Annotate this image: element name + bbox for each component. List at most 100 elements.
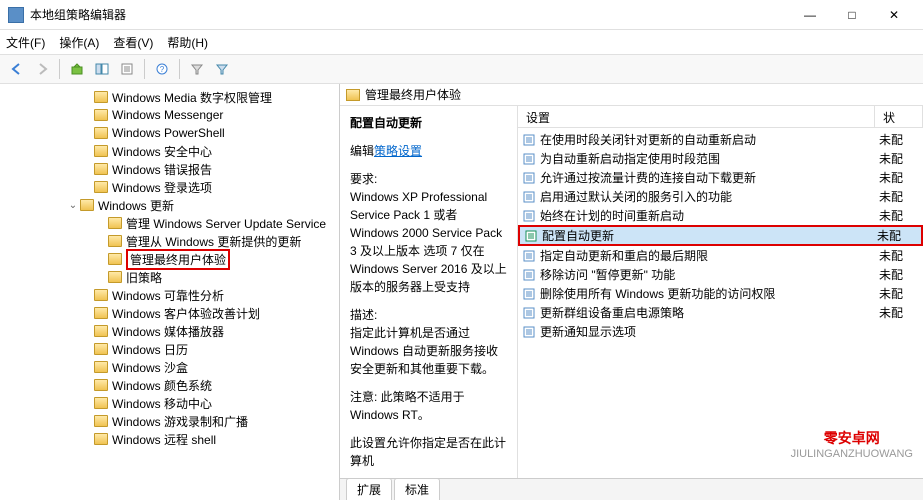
requirements-section: 要求: Windows XP Professional Service Pack… [350,170,507,296]
folder-icon [94,145,108,157]
menu-help[interactable]: 帮助(H) [167,34,208,51]
tree-item[interactable]: Windows Media 数字权限管理 [0,88,339,106]
folder-icon [94,361,108,373]
tree-item[interactable]: Windows 颜色系统 [0,376,339,394]
requirements-label: 要求: [350,170,507,188]
settings-list: 在使用时段关闭针对更新的自动重新启动未配为自动重新启动指定使用时段范围未配允许通… [518,128,923,343]
tree-item-label: Windows 游戏录制和广播 [112,413,248,430]
app-icon [8,7,24,23]
minimize-button[interactable]: — [789,1,831,29]
menu-action[interactable]: 操作(A) [59,34,99,51]
tree-item[interactable]: Windows PowerShell [0,124,339,142]
setting-row[interactable]: 在使用时段关闭针对更新的自动重新启动未配 [518,130,923,149]
setting-row[interactable]: 指定自动更新和重启的最后期限未配 [518,246,923,265]
tree-item[interactable]: Windows 登录选项 [0,178,339,196]
tree-item[interactable]: Windows 媒体播放器 [0,322,339,340]
tree-item[interactable]: 管理最终用户体验 [0,250,339,268]
up-button[interactable] [66,58,88,80]
tab-extended[interactable]: 扩展 [346,478,392,500]
setting-row[interactable]: 删除使用所有 Windows 更新功能的访问权限未配 [518,284,923,303]
close-button[interactable]: ✕ [873,1,915,29]
properties-button[interactable] [116,58,138,80]
filter-options-button[interactable] [211,58,233,80]
setting-label: 为自动重新启动指定使用时段范围 [540,150,879,167]
setting-row[interactable]: 更新通知显示选项 [518,322,923,341]
policy-icon [522,287,536,301]
detail-pane: 配置自动更新 编辑策略设置 要求: Windows XP Professiona… [340,106,518,478]
maximize-button[interactable]: □ [831,1,873,29]
tree-item-label: Windows PowerShell [112,126,225,140]
menu-file[interactable]: 文件(F) [6,34,45,51]
tree-item[interactable]: Windows 错误报告 [0,160,339,178]
policy-icon [522,171,536,185]
separator [59,59,60,79]
description-label: 描述: [350,306,507,324]
setting-row[interactable]: 为自动重新启动指定使用时段范围未配 [518,149,923,168]
tree-item[interactable]: 管理 Windows Server Update Service [0,214,339,232]
setting-row[interactable]: 始终在计划的时间重新启动未配 [518,206,923,225]
show-hide-tree-button[interactable] [91,58,113,80]
setting-row[interactable]: 启用通过默认关闭的服务引入的功能未配 [518,187,923,206]
setting-status: 未配 [879,131,919,148]
tree-item-label: Windows 移动中心 [112,395,212,412]
policy-icon [522,133,536,147]
tree-pane[interactable]: Windows Media 数字权限管理Windows Messenger Win… [0,84,340,500]
tree-item-label: 管理 Windows Server Update Service [126,215,326,232]
column-status[interactable]: 状 [875,106,923,127]
setting-label: 在使用时段关闭针对更新的自动重新启动 [540,131,879,148]
setting-label: 移除访问 "暂停更新" 功能 [540,266,879,283]
menu-view[interactable]: 查看(V) [113,34,153,51]
setting-label: 始终在计划的时间重新启动 [540,207,879,224]
setting-row[interactable]: 移除访问 "暂停更新" 功能未配 [518,265,923,284]
folder-icon [94,91,108,103]
svg-text:?: ? [160,65,165,74]
edit-link-row: 编辑策略设置 [350,142,507,160]
filter-button[interactable] [186,58,208,80]
tab-standard[interactable]: 标准 [394,478,440,500]
tree-item-label: Windows 可靠性分析 [112,287,224,304]
setting-label: 指定自动更新和重启的最后期限 [540,247,879,264]
requirements-text: Windows XP Professional Service Pack 1 或… [350,188,507,296]
setting-label: 更新群组设备重启电源策略 [540,304,879,321]
tree-item[interactable]: Windows 远程 shell [0,430,339,448]
setting-label: 配置自动更新 [542,227,877,244]
tree-item[interactable]: Windows 客户体验改善计划 [0,304,339,322]
edit-prefix: 编辑 [350,144,374,158]
folder-icon [94,433,108,445]
setting-row[interactable]: 配置自动更新未配 [518,225,923,246]
tree-item[interactable]: Windows 游戏录制和广播 [0,412,339,430]
tree-item[interactable]: Windows 可靠性分析 [0,286,339,304]
forward-button[interactable] [31,58,53,80]
right-body: 配置自动更新 编辑策略设置 要求: Windows XP Professiona… [340,106,923,478]
tree-item[interactable]: 管理从 Windows 更新提供的更新 [0,232,339,250]
policy-settings-link[interactable]: 策略设置 [374,144,422,158]
folder-icon [108,235,122,247]
separator [144,59,145,79]
help-button[interactable]: ? [151,58,173,80]
menu-bar: 文件(F) 操作(A) 查看(V) 帮助(H) [0,30,923,54]
tree-item[interactable]: ⌄Windows 更新 [0,196,339,214]
setting-row[interactable]: 更新群组设备重启电源策略未配 [518,303,923,322]
folder-icon [94,307,108,319]
tree-item-label: 管理从 Windows 更新提供的更新 [126,233,301,250]
tree-item[interactable]: 旧策略 [0,268,339,286]
tree-item-label: Windows 远程 shell [112,431,216,448]
tree-item[interactable]: Windows 安全中心 [0,142,339,160]
back-button[interactable] [6,58,28,80]
tree-item[interactable]: Windows 移动中心 [0,394,339,412]
column-setting[interactable]: 设置 [518,106,875,127]
tree-item-label: Windows 日历 [112,341,188,358]
tree-item[interactable]: Windows Messenger [0,106,339,124]
right-header-title: 管理最终用户体验 [365,86,461,103]
folder-icon [108,217,122,229]
tree-item[interactable]: Windows 日历 [0,340,339,358]
extra-text: 此设置允许你指定是否在此计算机 [350,434,507,470]
toolbar: ? [0,54,923,84]
tree-item-label: Windows 媒体播放器 [112,323,224,340]
tree-item[interactable]: Windows 沙盒 [0,358,339,376]
setting-row[interactable]: 允许通过按流量计费的连接自动下载更新未配 [518,168,923,187]
tree-item-label: Windows 安全中心 [112,143,212,160]
expander-icon[interactable]: ⌄ [66,200,80,211]
setting-status: 未配 [879,150,919,167]
policy-icon [522,152,536,166]
